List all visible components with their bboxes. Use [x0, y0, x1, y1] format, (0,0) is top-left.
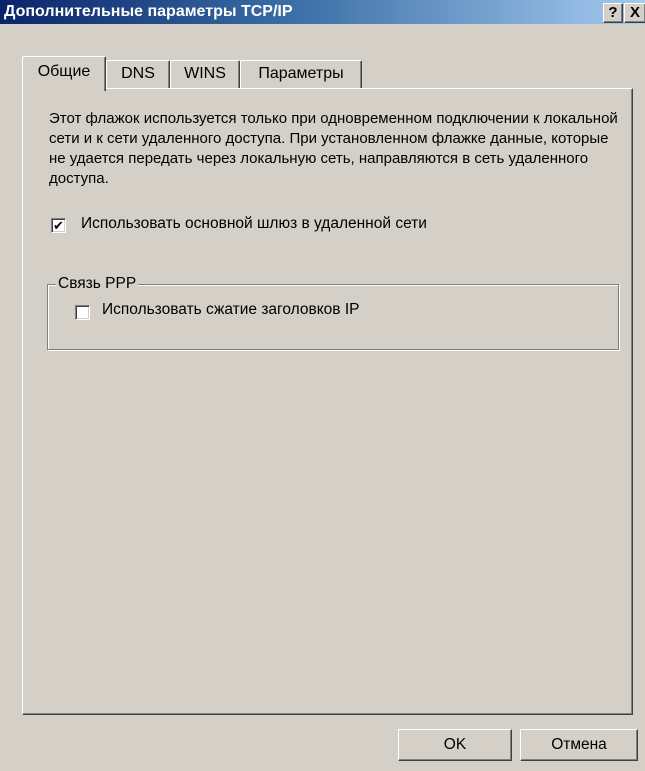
- title-bar: Дополнительные параметры TCP/IP ? X: [0, 0, 645, 24]
- use-default-gateway-label[interactable]: Использовать основной шлюз в удаленной с…: [81, 215, 427, 233]
- window-title: Дополнительные параметры TCP/IP: [4, 3, 293, 20]
- use-default-gateway-checkbox[interactable]: ✔: [51, 218, 66, 233]
- header-compression-checkbox[interactable]: [75, 305, 90, 320]
- tab-parameters[interactable]: Параметры: [240, 60, 362, 89]
- close-button[interactable]: X: [624, 3, 645, 23]
- help-button[interactable]: ?: [603, 3, 623, 23]
- ppp-groupbox: Связь PPP Использовать сжатие заголовков…: [47, 275, 619, 350]
- ok-button[interactable]: OK: [398, 729, 512, 761]
- tab-wins[interactable]: WINS: [170, 60, 240, 89]
- header-compression-label[interactable]: Использовать сжатие заголовков IP: [102, 301, 359, 319]
- cancel-button[interactable]: Отмена: [520, 729, 638, 761]
- tab-general[interactable]: Общие: [22, 56, 106, 91]
- ppp-group-legend: Связь PPP: [56, 275, 139, 293]
- tab-dns[interactable]: DNS: [106, 60, 170, 89]
- description-text: Этот флажок используется только при одно…: [49, 110, 618, 187]
- tab-panel-general: Этот флажок используется только при одно…: [22, 88, 633, 715]
